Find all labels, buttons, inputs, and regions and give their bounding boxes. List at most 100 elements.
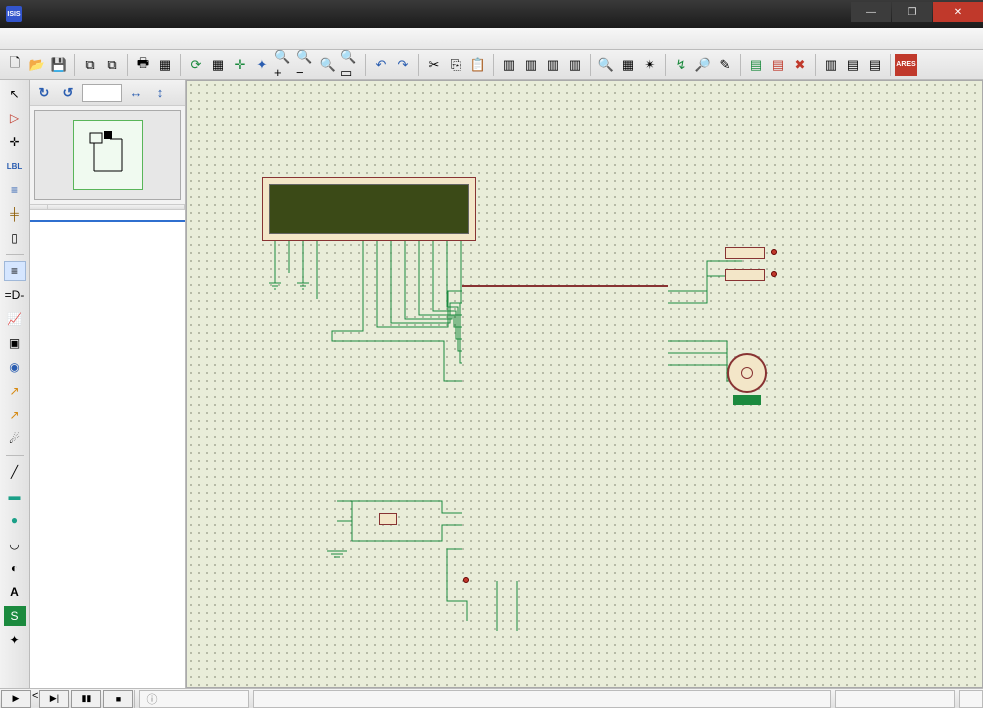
- menu-debug[interactable]: [146, 36, 166, 42]
- close-button[interactable]: ✕: [933, 2, 983, 22]
- arc-tool-icon[interactable]: ◡: [4, 534, 26, 554]
- component-tool-icon[interactable]: ▷: [4, 108, 26, 128]
- rotate-cw-icon[interactable]: ↻: [34, 83, 54, 103]
- pin-tool-icon[interactable]: =D-: [4, 285, 26, 305]
- flip-horiz-icon[interactable]: ↔: [126, 83, 146, 103]
- search-icon[interactable]: 🔎: [692, 54, 714, 76]
- hdr-p[interactable]: [30, 205, 48, 209]
- menu-system[interactable]: [206, 36, 226, 42]
- motor-component[interactable]: [727, 353, 767, 393]
- symbol-tool-icon[interactable]: S: [4, 606, 26, 626]
- menu-design[interactable]: [86, 36, 106, 42]
- delete-icon[interactable]: ✖: [789, 54, 811, 76]
- menu-graph[interactable]: [106, 36, 126, 42]
- erc-icon[interactable]: ▤: [864, 54, 886, 76]
- select-tool-icon[interactable]: ↖: [4, 84, 26, 104]
- text-tool-icon[interactable]: A: [4, 582, 26, 602]
- cut-icon[interactable]: ✂: [423, 54, 445, 76]
- import-icon[interactable]: ⧉: [79, 54, 101, 76]
- refresh-icon[interactable]: ⟳: [185, 54, 207, 76]
- menu-view[interactable]: [26, 36, 46, 42]
- stop-button[interactable]: ■: [103, 690, 133, 708]
- terminal-tool-icon[interactable]: ≡: [4, 261, 26, 281]
- pick-icon[interactable]: 🔍: [595, 54, 617, 76]
- list-item[interactable]: [30, 222, 185, 224]
- tape-tool-icon[interactable]: ▣: [4, 333, 26, 353]
- open-icon[interactable]: 📂: [26, 54, 48, 76]
- save-icon[interactable]: 💾: [48, 54, 70, 76]
- menu-template[interactable]: [186, 36, 206, 42]
- report-icon[interactable]: ▥: [820, 54, 842, 76]
- play-button[interactable]: ▶: [1, 690, 31, 708]
- virtual-inst-icon[interactable]: ☄: [4, 429, 26, 449]
- menubar: [0, 28, 983, 50]
- print-area-icon[interactable]: ▦: [154, 54, 176, 76]
- button1-component[interactable]: [725, 247, 765, 259]
- menu-library[interactable]: [166, 36, 186, 42]
- menu-help[interactable]: [226, 36, 246, 42]
- block-delete-icon[interactable]: ▥: [564, 54, 586, 76]
- undo-icon[interactable]: ↶: [370, 54, 392, 76]
- zoom-area-icon[interactable]: 🔍▭: [339, 54, 361, 76]
- minimize-button[interactable]: —: [851, 2, 891, 22]
- block-move-icon[interactable]: ▥: [520, 54, 542, 76]
- graph-tool-icon[interactable]: 📈: [4, 309, 26, 329]
- menu-source[interactable]: [126, 36, 146, 42]
- crystal-component[interactable]: [379, 513, 397, 525]
- grid-icon[interactable]: ▦: [207, 54, 229, 76]
- package-icon[interactable]: ▦: [617, 54, 639, 76]
- path-tool-icon[interactable]: ◐: [4, 558, 26, 578]
- box-tool-icon[interactable]: ▬: [4, 486, 26, 506]
- ares-icon[interactable]: ARES: [895, 54, 917, 76]
- new-icon[interactable]: 🗋: [4, 54, 26, 76]
- redo-icon[interactable]: ↷: [392, 54, 414, 76]
- generator-tool-icon[interactable]: ◉: [4, 357, 26, 377]
- block-copy-icon[interactable]: ▥: [498, 54, 520, 76]
- zoom-in-icon[interactable]: 🔍+: [273, 54, 295, 76]
- subcircuit-tool-icon[interactable]: ▯: [4, 228, 26, 248]
- step-button[interactable]: ▶|: [39, 690, 69, 708]
- export-icon[interactable]: ⧉: [101, 54, 123, 76]
- marker-tool-icon[interactable]: ✦: [4, 630, 26, 650]
- bus-tool-icon[interactable]: ╪: [4, 204, 26, 224]
- menu-tools[interactable]: [66, 36, 86, 42]
- lcd-component[interactable]: [262, 177, 476, 241]
- copy-icon[interactable]: ⎘: [445, 54, 467, 76]
- bom-icon[interactable]: ▤: [842, 54, 864, 76]
- button2-component[interactable]: [725, 269, 765, 281]
- mcu-component[interactable]: [462, 285, 668, 287]
- text-script-icon[interactable]: ≡: [4, 180, 26, 200]
- messages-status[interactable]: ⓘ: [139, 690, 249, 708]
- sheet-status[interactable]: [253, 690, 831, 708]
- wire-autoroute-icon[interactable]: ↯: [670, 54, 692, 76]
- rotate-ccw-icon[interactable]: ↺: [58, 83, 78, 103]
- menu-file[interactable]: [6, 36, 26, 42]
- voltage-probe-icon[interactable]: ↗: [4, 381, 26, 401]
- current-probe-icon[interactable]: ↗: [4, 405, 26, 425]
- zoom-all-icon[interactable]: 🔍: [317, 54, 339, 76]
- label-tool-icon[interactable]: LBL: [4, 156, 26, 176]
- flip-vert-icon[interactable]: ↕: [150, 83, 170, 103]
- hdr-terminals[interactable]: [48, 205, 185, 209]
- preview-window[interactable]: [34, 110, 181, 200]
- origin-icon[interactable]: ✛: [229, 54, 251, 76]
- block-rotate-icon[interactable]: ▥: [542, 54, 564, 76]
- schematic-canvas[interactable]: /* rendered by loop below */: [186, 80, 983, 688]
- maximize-button[interactable]: ❐: [892, 2, 932, 22]
- rotation-controls: ↻ ↺ ↔ ↕: [30, 80, 185, 106]
- menu-edit[interactable]: [46, 36, 66, 42]
- junction-tool-icon[interactable]: ✛: [4, 132, 26, 152]
- paste-icon[interactable]: 📋: [467, 54, 489, 76]
- pause-button[interactable]: ▮▮: [71, 690, 101, 708]
- pan-icon[interactable]: ✦: [251, 54, 273, 76]
- line-tool-icon[interactable]: ╱: [4, 462, 26, 482]
- circle-tool-icon[interactable]: ●: [4, 510, 26, 530]
- print-icon[interactable]: 🖶: [132, 54, 154, 76]
- new-sheet-icon[interactable]: ▤: [745, 54, 767, 76]
- decompose-icon[interactable]: ✴: [639, 54, 661, 76]
- zoom-out-icon[interactable]: 🔍−: [295, 54, 317, 76]
- property-icon[interactable]: ✎: [714, 54, 736, 76]
- terminal-list[interactable]: [30, 210, 185, 688]
- angle-input[interactable]: [82, 84, 122, 102]
- remove-sheet-icon[interactable]: ▤: [767, 54, 789, 76]
